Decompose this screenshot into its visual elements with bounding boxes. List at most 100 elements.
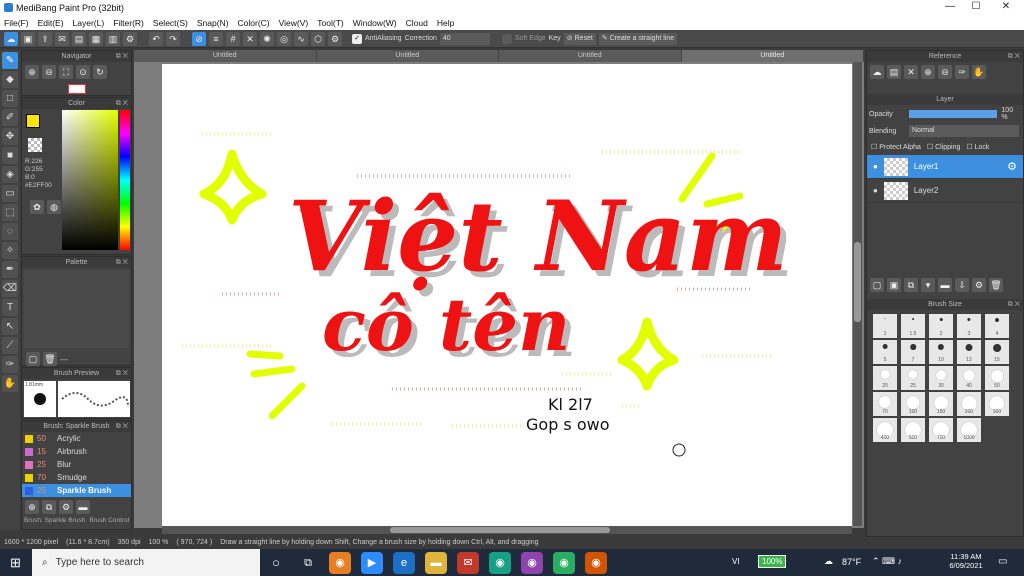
close-button[interactable]: ✕ [994, 1, 1018, 15]
lasso-tool-icon[interactable]: ◌ [2, 223, 18, 240]
straight-line-button[interactable]: ✎ Create a straight line [598, 32, 678, 45]
panel-icon[interactable]: ▥ [106, 31, 120, 46]
zoom-out-icon[interactable]: ⊖ [42, 65, 56, 79]
circle-snap-icon[interactable]: ◎ [277, 31, 291, 46]
tab-document-1[interactable]: Untitled [134, 50, 317, 62]
list-item[interactable]: 25 Sparkle Brush [22, 484, 131, 497]
hand-tool-icon[interactable]: ✋ [2, 375, 18, 392]
zoom-app-icon[interactable]: ▶ [361, 551, 383, 574]
brush-size-option[interactable]: 7 [901, 340, 925, 364]
weather-temperature[interactable]: 87°F [842, 557, 861, 567]
layer-settings-gear-icon[interactable]: ⚙ [1007, 160, 1017, 173]
brush-copy-icon[interactable]: ⧉ [42, 500, 56, 514]
transparent-swatch[interactable] [28, 138, 42, 152]
layer-settings-icon[interactable]: ⚙ [972, 278, 986, 292]
chrome-profile-icon[interactable]: ◉ [553, 551, 575, 574]
panel-close-icon[interactable]: ⧉ ✕ [116, 98, 128, 109]
curve-snap-icon[interactable]: ∿ [294, 31, 308, 46]
menu-help[interactable]: Help [437, 18, 454, 28]
chrome-app-icon[interactable]: ◉ [329, 551, 351, 574]
brush-size-option[interactable]: 300 [985, 392, 1009, 416]
list-item[interactable]: 25 Blur [22, 458, 131, 471]
maximize-button[interactable]: ☐ [964, 1, 988, 15]
brush-size-option[interactable]: 5 [873, 340, 897, 364]
rect-tool-icon[interactable]: ■ [2, 147, 18, 164]
save-icon[interactable]: ▣ [21, 31, 35, 46]
new-halftone-layer-icon[interactable]: ▣ [887, 278, 901, 292]
windows-start-icon[interactable]: ⊞ [10, 555, 21, 571]
crisscross-snap-icon[interactable]: ✕ [243, 31, 257, 46]
brush-add-icon[interactable]: ⊕ [25, 500, 39, 514]
list-item[interactable]: 15 Airbrush [22, 445, 131, 458]
brush-size-option[interactable]: 1.5 [901, 314, 925, 338]
menu-window[interactable]: Window(W) [353, 18, 397, 28]
tab-brush[interactable]: Brush: Sparkle Brush [24, 517, 85, 524]
soft-edge-checkbox[interactable] [501, 33, 512, 44]
panel-close-icon[interactable]: ⧉ ✕ [1008, 51, 1020, 62]
snap-settings-icon[interactable]: ⚙ [328, 31, 342, 46]
new-palette-icon[interactable]: ▢ [26, 352, 40, 366]
settings-icon[interactable]: ⚙ [123, 31, 137, 46]
drawing-canvas[interactable]: Việt Nam Việt Nam cô tên cô tên Kl 2l7 G… [162, 64, 852, 526]
brush-size-option[interactable]: 70 [873, 392, 897, 416]
brush-settings-icon[interactable]: ⚙ [59, 500, 73, 514]
brush-size-option[interactable]: 500 [901, 418, 925, 442]
panel-close-icon[interactable]: ⧉ ✕ [116, 368, 128, 379]
brush-size-option[interactable]: 1 [873, 314, 897, 338]
edge-app-icon[interactable]: e [393, 551, 415, 574]
zoom-actual-icon[interactable]: ⊙ [76, 65, 90, 79]
redo-icon[interactable]: ↷ [166, 31, 180, 46]
cloud-icon[interactable]: ☁ [4, 31, 18, 46]
ref-eyedropper-icon[interactable]: ✑ [955, 65, 969, 79]
panel-close-icon[interactable]: ⧉ ✕ [116, 51, 128, 62]
lock-checkbox[interactable]: ☐ Lock [966, 143, 989, 151]
delete-layer-icon[interactable]: 🗑 [989, 278, 1003, 292]
grid-icon[interactable]: ▦ [89, 31, 103, 46]
menu-select[interactable]: Select(S) [153, 18, 188, 28]
chrome-profile-icon[interactable]: ◉ [585, 551, 607, 574]
hue-slider[interactable] [120, 110, 130, 250]
move-tool-icon[interactable]: ✥ [2, 128, 18, 145]
clipping-checkbox[interactable]: ☐ Clipping [927, 143, 961, 151]
brush-size-option[interactable]: 25 [901, 366, 925, 390]
horizontal-scrollbar[interactable] [162, 526, 852, 534]
task-view-icon[interactable]: ⧉ [297, 552, 319, 574]
chrome-profile-icon[interactable]: ◉ [521, 551, 543, 574]
panel-close-icon[interactable]: ⧉ ✕ [116, 421, 128, 432]
ref-zoom-out-icon[interactable]: ⊖ [938, 65, 952, 79]
vertical-scrollbar[interactable] [853, 62, 862, 526]
perspective-snap-icon[interactable]: ⬡ [311, 31, 325, 46]
layout-icon[interactable]: ▤ [72, 31, 86, 46]
comment-icon[interactable]: ✉ [55, 31, 69, 46]
reset-button[interactable]: ⊘ Reset [563, 32, 596, 45]
menu-filter[interactable]: Filter(R) [113, 18, 144, 28]
select-pen-icon[interactable]: ✒ [2, 261, 18, 278]
app-icon[interactable]: ✉ [457, 551, 479, 574]
brush-size-option[interactable]: 4 [985, 314, 1009, 338]
correction-dropdown[interactable]: 40 [439, 32, 490, 45]
brush-size-option[interactable]: 2 [929, 314, 953, 338]
taskbar-search-input[interactable]: ⌕ Type here to search [32, 549, 260, 576]
menu-layer[interactable]: Layer(L) [73, 18, 105, 28]
grid-snap-icon[interactable]: # [226, 31, 240, 46]
antialiasing-checkbox[interactable]: ✓ [352, 33, 362, 44]
eraser-tool-icon[interactable]: ◆ [2, 71, 18, 88]
brush-size-option[interactable]: 30 [929, 366, 953, 390]
duplicate-layer-icon[interactable]: ⧉ [904, 278, 918, 292]
panel-close-icon[interactable]: ⧉ ✕ [1008, 299, 1020, 310]
color-palette-icon[interactable]: ◍ [47, 200, 61, 214]
tab-brush-control[interactable]: Brush Control [89, 517, 129, 524]
tab-document-4[interactable]: Untitled [681, 50, 864, 62]
brush-size-option[interactable]: 20 [873, 366, 897, 390]
file-explorer-icon[interactable]: ▬ [425, 551, 447, 574]
parallel-snap-icon[interactable]: ≡ [209, 31, 223, 46]
dot-tool-icon[interactable]: □ [2, 90, 18, 107]
tab-document-2[interactable]: Untitled [317, 50, 499, 62]
brush-size-option[interactable]: 40 [957, 366, 981, 390]
navigator-thumbnail[interactable] [67, 84, 86, 94]
weather-icon[interactable]: ☁ [824, 556, 833, 567]
divide-tool-icon[interactable]: ⟋ [2, 337, 18, 354]
zoom-in-icon[interactable]: ⊕ [25, 65, 39, 79]
brush-size-option[interactable]: 15 [985, 340, 1009, 364]
menu-edit[interactable]: Edit(E) [38, 18, 64, 28]
